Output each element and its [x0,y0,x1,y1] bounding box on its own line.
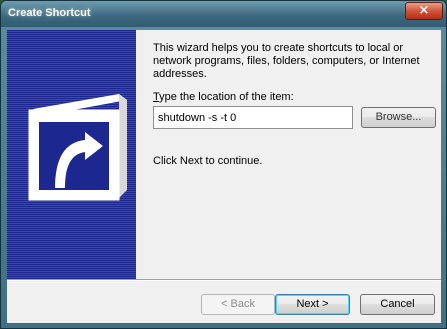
next-button[interactable]: Next > [275,294,350,315]
next-button-label: Next > [296,298,329,310]
cancel-button[interactable]: Cancel [360,294,435,315]
window-title: Create Shortcut [8,7,91,19]
close-button[interactable]: × [405,2,443,20]
back-button[interactable]: < Back [201,294,275,315]
title-bar[interactable]: Create Shortcut × [1,1,446,27]
cancel-button-label: Cancel [380,298,415,310]
browse-button[interactable]: Browse... [361,107,436,128]
create-shortcut-window: Create Shortcut × This wizard helps you … [0,0,447,329]
location-input[interactable] [153,106,353,129]
location-label: Type the location of the item: [153,91,294,103]
wizard-client-area: This wizard helps you to create shortcut… [7,30,441,323]
browse-button-label: Browse... [375,111,422,123]
wizard-content: This wizard helps you to create shortcut… [7,30,441,279]
close-icon: × [418,3,430,18]
next-hint: Click Next to continue. [153,155,263,167]
footer-separator [7,279,441,281]
location-label-text: ype the location of the item: [159,91,294,103]
back-button-label: < Back [221,298,255,310]
wizard-description: This wizard helps you to create shortcut… [153,42,420,80]
